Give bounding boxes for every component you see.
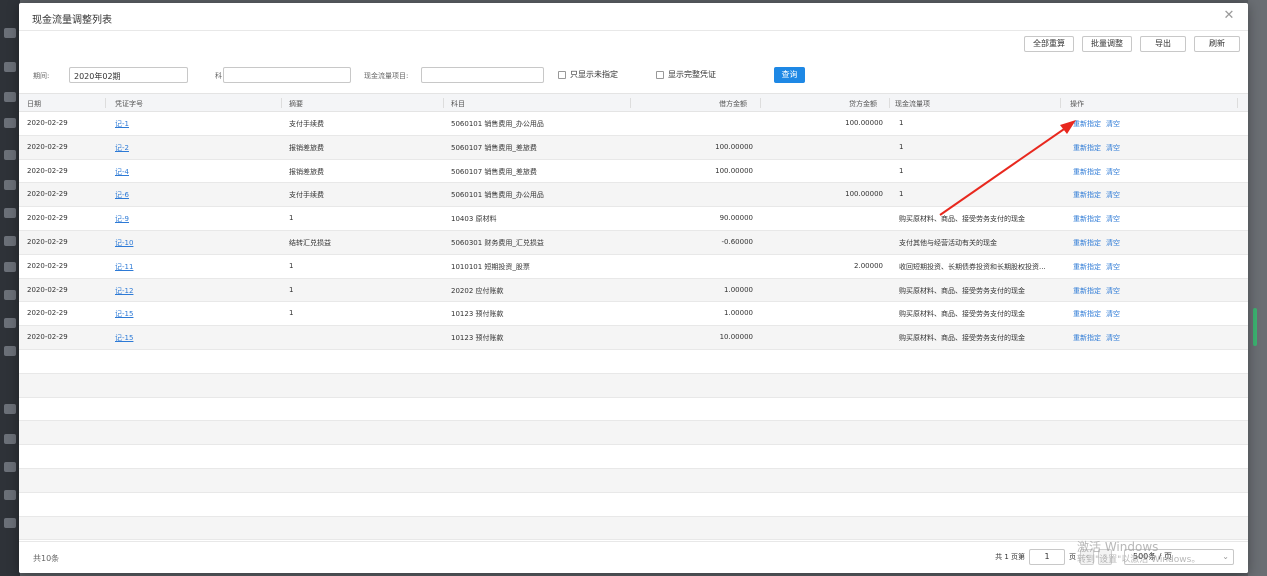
annotation-arrow-icon	[939, 120, 1076, 216]
